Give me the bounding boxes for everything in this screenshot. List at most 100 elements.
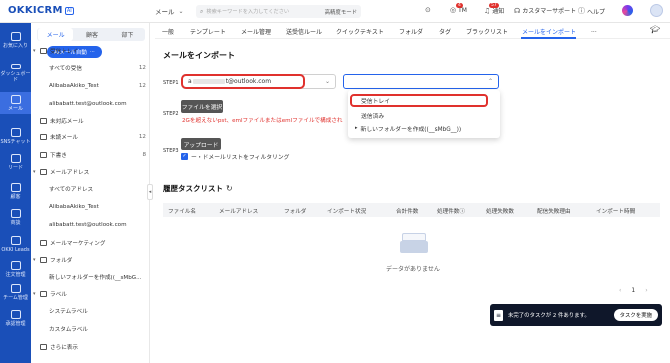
sidebar-item[interactable]: AlibabaAkiko_Test: [31, 200, 150, 214]
dropdown-item-new-folder[interactable]: ▸ 新しいフォルダーを作成((__sMbG__)): [350, 123, 461, 133]
upload-button[interactable]: アップロード: [181, 138, 221, 150]
run-task-button[interactable]: タスクを実施: [613, 309, 658, 321]
support-button[interactable]: ☊ カスタマーサポート: [514, 6, 576, 16]
sidebar-item[interactable]: すべての受信 12: [31, 61, 150, 75]
tab-mail[interactable]: メール: [38, 28, 74, 41]
rail-item[interactable]: OKKI Leads: [0, 233, 31, 255]
sidebar-item[interactable]: システムラベル: [31, 304, 150, 318]
search-box[interactable]: ⌕ 検索キーワードを入力してください 高精度モード: [196, 5, 361, 18]
pagination: ‹ 1 ›: [619, 287, 648, 294]
sidebar-item[interactable]: メールマーケティング: [31, 236, 150, 250]
tab-customer[interactable]: 顧客: [74, 30, 109, 39]
order-icon: [10, 261, 21, 270]
rail-item[interactable]: リード: [0, 151, 31, 173]
notify-badge: 57: [489, 3, 499, 8]
expand-icon[interactable]: ▾: [33, 291, 36, 297]
mail-sidebar: メール 顧客 部下 AIメール自動 ⋯ ▾ 受信トレイ すべての受信 12 Alibab…: [31, 23, 150, 363]
rail-item[interactable]: 注文管理: [0, 258, 31, 280]
table-column-header: フォルダ: [284, 209, 307, 215]
sidebar-item[interactable]: 新しいフォルダーを作成((__sMbG...: [31, 270, 150, 284]
rail-item[interactable]: SNSチャット: [0, 125, 31, 147]
choose-file-button[interactable]: ファイルを選択: [181, 100, 223, 113]
sidebar-item[interactable]: AlibabaAkiko_Test 12: [31, 79, 150, 93]
refresh-icon[interactable]: ↻: [226, 184, 233, 193]
rail-item[interactable]: ダッシュボード: [0, 61, 31, 83]
sidebar-item[interactable]: すべてのアドレス: [31, 182, 150, 196]
sidebar-item-label: メールマーケティング: [50, 241, 106, 247]
table-column-header: 処理失敗数: [486, 209, 514, 215]
brand-logo[interactable]: OKKICRM AI: [8, 5, 74, 16]
expand-icon[interactable]: ▾: [33, 48, 36, 54]
import-heading: メールをインポート: [163, 51, 235, 60]
rail-item-label: チーム管理: [3, 295, 28, 301]
prev-page-icon[interactable]: ‹: [619, 287, 621, 294]
clipboard-icon: ≡: [494, 309, 503, 321]
sidebar-item[interactable]: alibabatt.test@outlook.com: [31, 218, 150, 232]
table-column-header: インポート状況: [327, 209, 367, 215]
settings-tab[interactable]: メールをインポート: [522, 27, 576, 36]
settings-tab[interactable]: メール管理: [241, 27, 271, 36]
sidebar-item[interactable]: 下書き 8: [31, 148, 150, 162]
sidebar-item[interactable]: alibabatt.test@outlook.com: [31, 97, 150, 111]
sidebar-item[interactable]: ▾ 受信トレイ: [31, 44, 150, 58]
settings-tab[interactable]: テンプレート: [190, 27, 226, 36]
search-mode[interactable]: 高精度モード: [325, 8, 357, 16]
rail-item[interactable]: チーム管理: [0, 281, 31, 303]
graduation-icon[interactable]: 🎓︎: [650, 25, 660, 34]
settings-tab[interactable]: 一般: [162, 27, 174, 36]
settings-tab[interactable]: 送受信ルール: [286, 27, 322, 36]
settings-tab[interactable]: クイックテキスト: [336, 27, 384, 36]
help-button[interactable]: ⓘ ヘルプ: [578, 6, 605, 16]
dropdown-item-sent[interactable]: 送信済み: [350, 110, 384, 120]
chevron-down-icon: ⌄: [178, 7, 184, 15]
choose-file-label: ファイルを選択: [181, 105, 223, 111]
checkbox-checked-icon[interactable]: ✓: [181, 153, 188, 160]
sidebar-item[interactable]: 未対応メール: [31, 114, 150, 128]
expand-icon[interactable]: ▾: [33, 169, 36, 175]
dropdown-item-label: 受信トレイ: [361, 99, 390, 105]
settings-tab[interactable]: ...: [591, 27, 597, 34]
sidebar-item[interactable]: カスタムラベル: [31, 322, 150, 336]
notification-button[interactable]: ♫ 通知 57: [484, 3, 504, 15]
rail-item[interactable]: 承認管理: [0, 307, 31, 329]
settings-tab[interactable]: ブラックリスト: [466, 27, 508, 36]
settings-tab[interactable]: タグ: [439, 27, 451, 36]
sidebar-item[interactable]: ▾ メールアドレス: [31, 165, 150, 179]
mail-menu[interactable]: メール ⌄: [155, 6, 184, 17]
mail-icon: [40, 240, 47, 246]
folder-icon: [40, 291, 47, 297]
top-bar: OKKICRM AI メール ⌄ ⌕ 検索キーワードを入力してください 高精度モ…: [0, 0, 670, 23]
dropdown-item-inbox[interactable]: 受信トレイ: [350, 94, 488, 107]
avatar[interactable]: [650, 4, 663, 17]
sidebar-item-count: 12: [138, 134, 146, 140]
sidebar-item[interactable]: ▾ ラベル: [31, 287, 150, 301]
rail-item[interactable]: お気に入り: [0, 29, 31, 51]
filter-option[interactable]: ✓ ー・ドメールリストをフィルタリング: [181, 152, 289, 161]
next-page-icon[interactable]: ›: [645, 287, 647, 294]
leads-icon: [10, 236, 21, 245]
rail-item[interactable]: 顧客: [0, 180, 31, 202]
folder-select[interactable]: ⌃: [343, 74, 499, 89]
rail-item[interactable]: 商談: [0, 206, 31, 228]
history-header: 履歴タスクリスト ↻: [163, 183, 233, 194]
rail-item[interactable]: メール: [0, 92, 31, 114]
sidebar-item[interactable]: さらに表示: [31, 340, 150, 354]
tm-button[interactable]: ◎ TM 4: [450, 3, 467, 14]
sidebar-item-label: alibabatt.test@outlook.com: [49, 222, 127, 228]
rail-item-label: メール: [7, 106, 23, 112]
mail-icon: [10, 95, 21, 104]
help-icon: ⓘ: [578, 7, 585, 15]
mail-icon: [40, 152, 47, 158]
sidebar-item[interactable]: 未読メール 12: [31, 130, 150, 144]
current-page[interactable]: 1: [631, 287, 635, 294]
mail-icon: [40, 134, 47, 140]
app-switcher-icon[interactable]: [622, 5, 633, 16]
sidebar-item[interactable]: ▾ フォルダ: [31, 253, 150, 267]
settings-icon[interactable]: ⊙: [425, 6, 431, 14]
sidebar-collapse-handle[interactable]: ◂: [147, 184, 153, 200]
step2-label: STEP2: [163, 111, 179, 117]
settings-tab[interactable]: フォルダ: [399, 27, 423, 36]
tab-subordinate[interactable]: 部下: [110, 30, 145, 39]
sidebar-item-label: メールアドレス: [50, 170, 90, 176]
expand-icon[interactable]: ▾: [33, 257, 36, 263]
